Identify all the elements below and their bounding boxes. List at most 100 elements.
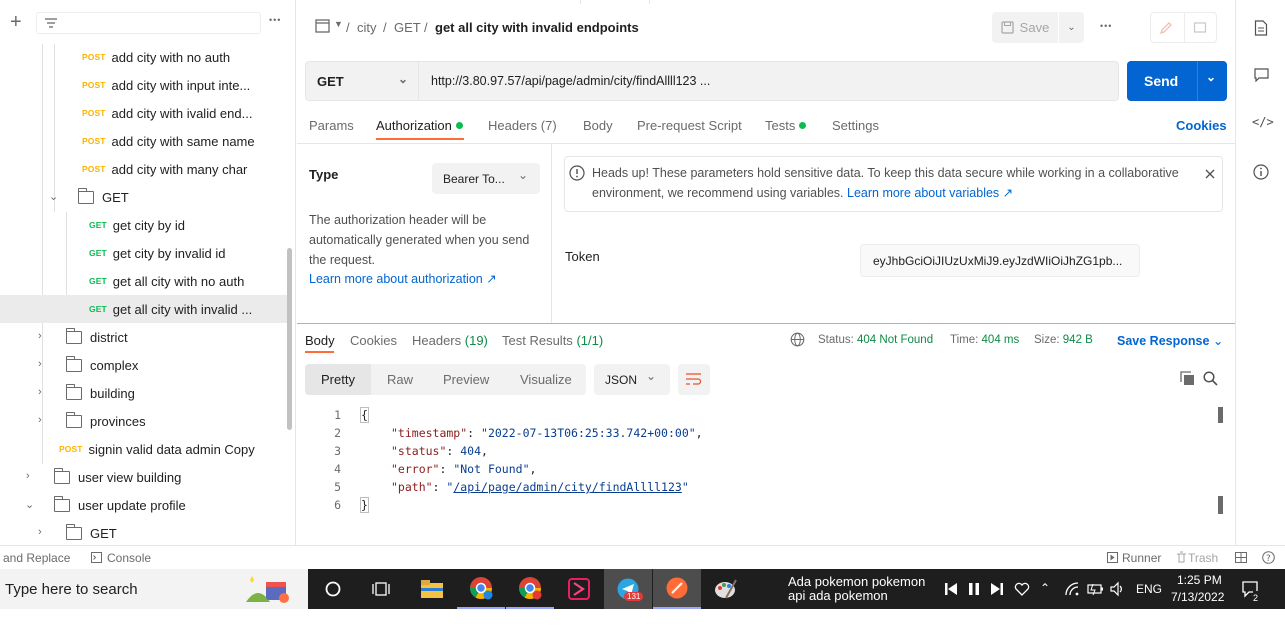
chevron-right-icon[interactable]: › [38,386,42,398]
trash-button[interactable]: Trash [1188,551,1218,565]
chevron-down-icon[interactable]: ⌄ [49,190,58,203]
chevron-right-icon[interactable]: › [26,470,30,482]
pause-icon[interactable] [967,582,981,596]
sidebar-more-button[interactable]: ••• [269,15,281,25]
globe-icon[interactable] [790,332,805,347]
folder-item-user-update-profile[interactable]: user update profile [53,491,186,519]
app-icon[interactable] [555,569,603,609]
folder-item-get[interactable]: GET [77,183,129,211]
learn-more-auth-link[interactable]: Learn more about authorization ↗ [309,271,497,286]
breadcrumb-get[interactable]: GET [394,20,421,35]
code-icon[interactable]: </> [1252,115,1274,129]
resp-tab-test-results[interactable]: Test Results (1/1) [502,333,603,348]
task-view-icon[interactable] [372,580,390,598]
chevron-down-icon[interactable]: ⌄ [1206,70,1216,84]
request-item[interactable]: POST add city with many char [82,155,247,183]
auth-type-select[interactable]: Bearer To... ⌄ [432,163,540,194]
code-scrollbar[interactable] [1218,496,1223,514]
documentation-icon[interactable] [1254,20,1268,36]
paint-icon[interactable] [702,569,750,609]
filter-input[interactable] [36,12,261,34]
request-item[interactable]: POST add city with ivalid end... [82,99,252,127]
method-select[interactable]: GET ⌄ [305,61,419,101]
copy-icon[interactable] [1180,371,1195,386]
request-item[interactable]: POST signin valid data admin Copy [59,435,255,463]
heart-icon[interactable] [1014,582,1030,596]
tab-tests[interactable]: Tests [765,118,807,133]
tab-headers[interactable]: Headers (7) [488,118,557,133]
resp-tab-headers[interactable]: Headers (19) [412,333,488,348]
info-icon[interactable] [1253,164,1269,180]
find-replace-button[interactable]: and Replace [3,551,70,565]
tab-settings[interactable]: Settings [832,118,879,133]
resp-tab-body[interactable]: Body [305,333,335,348]
chevron-right-icon[interactable]: › [38,414,42,426]
search-icon[interactable] [1203,371,1218,386]
resp-tab-cookies[interactable]: Cookies [350,333,397,348]
add-collection-button[interactable]: + [10,12,22,32]
request-item[interactable]: POST add city with input inte... [82,71,250,99]
cookies-link[interactable]: Cookies [1176,118,1227,133]
request-title[interactable]: get all city with invalid endpoints [435,20,639,35]
comments-icon[interactable] [1254,68,1269,82]
request-item[interactable]: GET get all city with no auth [89,267,244,295]
url-input[interactable]: http://3.80.97.57/api/page/admin/city/fi… [419,61,1119,101]
runner-button[interactable]: Runner [1122,551,1161,565]
folder-item-provinces[interactable]: provinces [65,407,146,435]
tab-body[interactable]: Body [583,118,613,133]
save-dropdown-button[interactable]: ⌄ [1059,12,1084,43]
cortana-icon[interactable] [325,581,341,597]
battery-icon[interactable] [1086,582,1104,596]
send-button[interactable]: Send ⌄ [1127,61,1227,101]
format-select[interactable]: JSON ⌄ [594,364,670,395]
chrome-profile-b-icon[interactable] [506,569,554,609]
folder-item-district[interactable]: district [65,323,128,351]
chevron-right-icon[interactable]: › [38,526,42,538]
request-more-button[interactable]: ••• [1100,21,1112,31]
view-preview-button[interactable]: Preview [443,364,489,395]
previous-track-icon[interactable] [944,582,958,596]
chevron-right-icon[interactable]: › [38,358,42,370]
taskbar-search[interactable]: Type here to search [0,569,308,609]
language-indicator[interactable]: ENG [1136,582,1162,596]
request-item[interactable]: GET get city by id [89,211,185,239]
folder-item-get[interactable]: GET [65,519,117,545]
folder-item-building[interactable]: building [65,379,135,407]
comment-icon[interactable] [1193,21,1207,35]
clock-time[interactable]: 1:25 PM [1177,573,1222,587]
edit-icon[interactable] [1159,21,1173,35]
view-raw-button[interactable]: Raw [387,364,413,395]
console-button[interactable]: Console [107,551,151,565]
telegram-icon[interactable]: 131 [604,569,652,609]
request-item[interactable]: POST add city with no auth [82,43,230,71]
chrome-profile-a-icon[interactable] [457,569,505,609]
chevron-right-icon[interactable]: › [38,330,42,342]
breadcrumb-city[interactable]: city [357,20,377,35]
volume-icon[interactable] [1109,581,1125,597]
tab-params[interactable]: Params [309,118,354,133]
postman-icon[interactable] [653,569,701,609]
wrap-lines-button[interactable] [678,364,710,395]
folder-item-user-view-building[interactable]: user view building [53,463,181,491]
clock-date[interactable]: 7/13/2022 [1171,590,1224,604]
help-icon[interactable]: ? [1262,551,1275,564]
close-icon[interactable] [1205,169,1215,179]
request-item-selected[interactable]: GET get all city with invalid ... [0,295,287,323]
next-track-icon[interactable] [990,582,1004,596]
request-item[interactable]: GET get city by invalid id [89,239,226,267]
save-response-button[interactable]: Save Response ⌄ [1117,333,1223,348]
token-input[interactable]: eyJhbGciOiJIUzUxMiJ9.eyJzdWIiOiJhZG1pb..… [860,244,1140,277]
chevron-down-icon[interactable]: ⌄ [25,498,34,511]
learn-more-variables-link[interactable]: Learn more about variables ↗ [847,186,1013,200]
wifi-icon[interactable] [1064,581,1080,597]
save-button[interactable]: Save [992,12,1058,43]
caret-down-icon[interactable]: ▼ [334,19,343,29]
tab-prerequest-script[interactable]: Pre-request Script [637,118,742,133]
view-visualize-button[interactable]: Visualize [520,364,572,395]
chevron-up-icon[interactable]: ⌃ [1040,581,1050,595]
code-scrollbar[interactable] [1218,407,1223,423]
request-item[interactable]: POST add city with same name [82,127,255,155]
folder-item-complex[interactable]: complex [65,351,138,379]
file-explorer-icon[interactable] [408,569,456,609]
view-pretty-button[interactable]: Pretty [305,364,371,395]
